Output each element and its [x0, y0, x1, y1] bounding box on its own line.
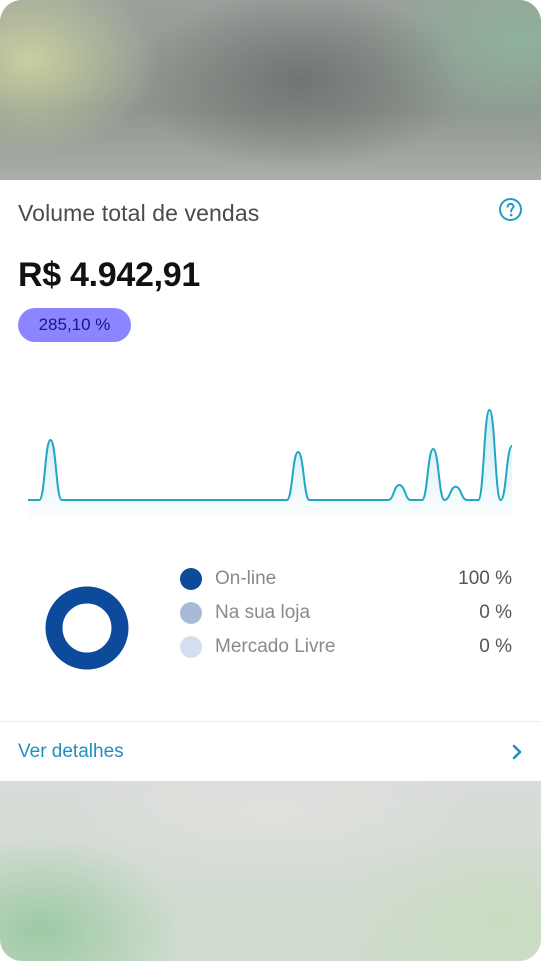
legend-dot-mercado-livre: [180, 636, 202, 658]
blurred-background-top: [0, 0, 541, 180]
see-details-link[interactable]: Ver detalhes: [0, 722, 541, 781]
see-details-label: Ver detalhes: [18, 740, 124, 762]
legend-row-store: Na sua loja 0 %: [180, 596, 512, 630]
question-circle-icon[interactable]: [498, 197, 523, 222]
chevron-right-icon: [512, 744, 522, 760]
growth-badge: 285,10 %: [18, 308, 131, 342]
legend-value-mercado-livre: 0 %: [479, 636, 512, 657]
legend-dot-store: [180, 602, 202, 624]
channel-legend: On-line 100 % Na sua loja 0 % Mercado Li…: [180, 562, 512, 664]
screen: Volume total de vendas R$ 4.942,91 285,1…: [0, 0, 541, 961]
donut-segment-online: [45, 586, 129, 670]
sales-sparkline: [28, 408, 513, 518]
legend-dot-online: [180, 568, 202, 590]
legend-label-online: On-line: [215, 568, 277, 589]
total-sales-amount: R$ 4.942,91: [18, 256, 200, 294]
card-title: Volume total de vendas: [18, 200, 260, 226]
legend-label-mercado-livre: Mercado Livre: [215, 636, 336, 657]
legend-value-online: 100 %: [458, 568, 512, 589]
blurred-background-bottom: [0, 781, 541, 961]
legend-value-store: 0 %: [479, 602, 512, 623]
legend-row-mercado-livre: Mercado Livre 0 %: [180, 630, 512, 664]
sparkline-area: [28, 410, 512, 518]
sales-channel-donut: [45, 586, 129, 670]
legend-row-online: On-line 100 %: [180, 562, 512, 596]
sparkline-line: [28, 408, 513, 502]
legend-label-store: Na sua loja: [215, 602, 311, 623]
sales-volume-card: Volume total de vendas R$ 4.942,91 285,1…: [0, 180, 541, 781]
